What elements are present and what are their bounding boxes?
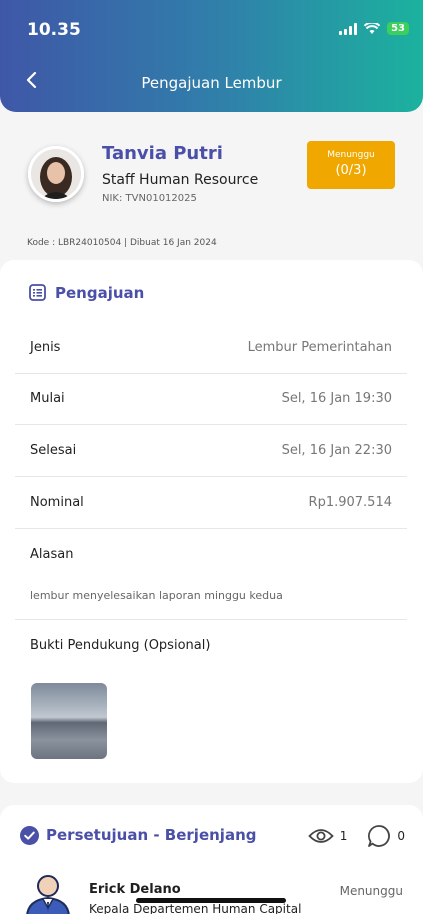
detail-row-jenis: Jenis Lembur Pemerintahan [15,323,407,374]
section-title-pengajuan: Pengajuan [55,284,145,302]
app-header: 10.35 53 Pengajuan Lembur [0,0,423,112]
row-value: Sel, 16 Jan 19:30 [281,391,392,406]
row-value: Rp1.907.514 [308,495,392,510]
status-icons: 53 [339,22,409,35]
section-title-persetujuan: Persetujuan - Berjenjang [46,826,257,844]
approver-role: Kepala Departemen Human Capital [89,902,302,914]
status-time: 10.35 [27,20,81,40]
row-label: Mulai [30,391,65,406]
comment-icon[interactable] [367,824,391,848]
alasan-label: Alasan [30,547,74,562]
detail-row-nominal: Nominal Rp1.907.514 [15,478,407,529]
signal-icon [339,22,358,35]
row-label: Nominal [30,495,84,510]
wifi-icon [364,22,381,34]
detail-row-selesai: Selesai Sel, 16 Jan 22:30 [15,426,407,477]
home-indicator[interactable] [136,898,286,903]
employee-nik: NIK: TVN01012025 [102,193,197,204]
request-code: Kode : LBR24010504 | Dibuat 16 Jan 2024 [27,238,217,248]
divider [15,619,407,620]
views-count: 1 [339,829,348,843]
page-title: Pengajuan Lembur [141,74,282,92]
row-value: Sel, 16 Jan 22:30 [281,443,392,458]
comments-count: 0 [397,829,405,843]
alasan-value: lembur menyelesaikan laporan minggu kedu… [30,589,283,602]
list-icon [29,284,46,301]
employee-name: Tanvia Putri [102,143,223,164]
status-badge: Menunggu (0/3) [307,141,395,189]
status-count: (0/3) [335,163,367,178]
bukti-label: Bukti Pendukung (Opsional) [30,638,211,653]
check-circle-icon [20,826,39,845]
approver-avatar [22,872,74,914]
status-label: Menunggu [327,150,375,160]
row-label: Selesai [30,443,77,458]
detail-row-mulai: Mulai Sel, 16 Jan 19:30 [15,374,407,425]
approver-name: Erick Delano [89,882,181,897]
approver-status: Menunggu [339,884,403,898]
row-value: Lembur Pemerintahan [247,340,392,355]
avatar [28,146,84,202]
eye-icon[interactable] [307,827,334,845]
row-label: Jenis [30,340,61,355]
battery-indicator: 53 [387,22,409,35]
employee-role: Staff Human Resource [102,172,259,188]
engagement-counts: 1 0 [307,824,405,848]
attachment-thumbnail[interactable] [31,683,107,759]
